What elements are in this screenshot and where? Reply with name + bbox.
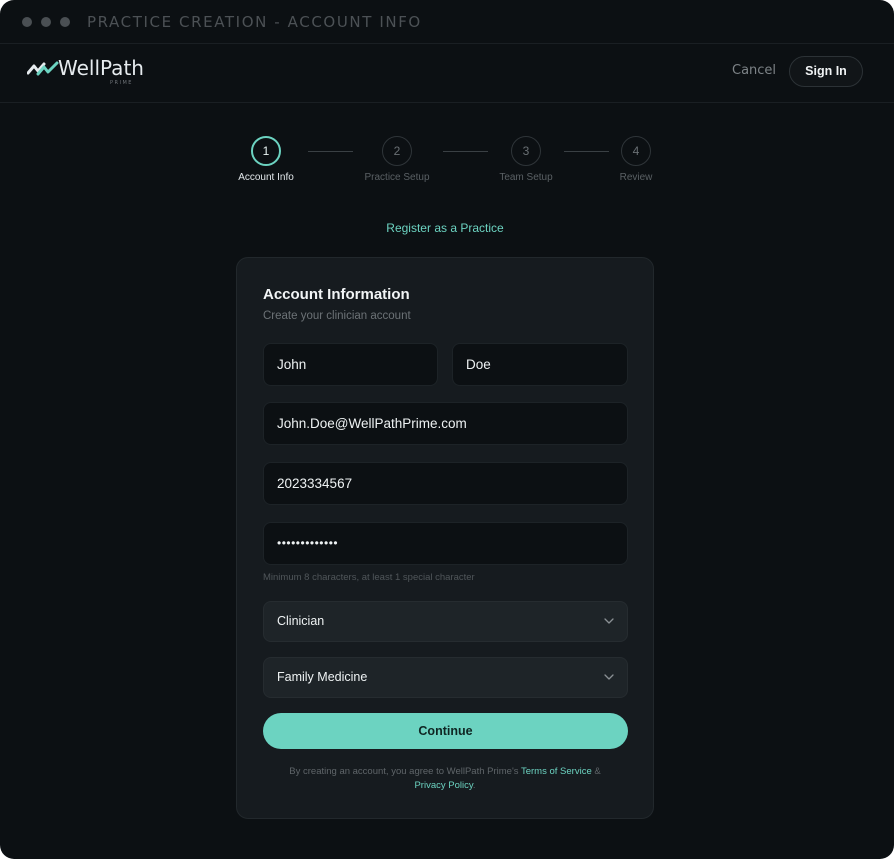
- window-close-dot[interactable]: [22, 17, 32, 27]
- role-select-value: Clinician: [277, 614, 325, 628]
- step-connector: [443, 151, 488, 152]
- top-header: WellPath PRIME Cancel Sign In: [0, 44, 894, 103]
- terms-of-service-link[interactable]: Terms of Service: [521, 766, 592, 777]
- legal-suffix: .: [472, 779, 476, 791]
- app-window: PRACTICE CREATION - ACCOUNT INFO WellPat…: [0, 0, 894, 859]
- step-connector: [564, 151, 609, 152]
- card-subtitle: Create your clinician account: [263, 310, 411, 322]
- wellpath-logo-icon: [27, 61, 59, 76]
- legal-prefix: By creating an account, you agree to Wel…: [289, 766, 519, 777]
- specialty-select-value: Family Medicine: [277, 670, 368, 684]
- role-select[interactable]: Clinician: [263, 601, 628, 642]
- legal-and: &: [594, 766, 601, 777]
- step-2-circle[interactable]: 2: [382, 136, 412, 166]
- step-1-circle[interactable]: 1: [251, 136, 281, 166]
- step-1-label: Account Info: [238, 172, 294, 183]
- step-3-label: Team Setup: [499, 172, 553, 183]
- step-connector: [308, 151, 353, 152]
- step-4-label: Review: [619, 172, 653, 183]
- first-name-input[interactable]: John: [263, 343, 438, 386]
- chevron-down-icon: [604, 674, 614, 680]
- password-input[interactable]: •••••••••••••: [263, 522, 628, 565]
- password-hint: Minimum 8 characters, at least 1 special…: [263, 572, 475, 583]
- card-title: Account Information: [263, 286, 410, 303]
- account-info-card: Account Information Create your clinicia…: [236, 257, 654, 819]
- progress-stepper: 1 Account Info 2 Practice Setup 3 Team S…: [0, 135, 894, 195]
- title-bar: PRACTICE CREATION - ACCOUNT INFO: [0, 0, 894, 44]
- privacy-policy-link[interactable]: Privacy Policy: [414, 780, 472, 791]
- specialty-select[interactable]: Family Medicine: [263, 657, 628, 698]
- continue-button[interactable]: Continue: [263, 713, 628, 749]
- last-name-input[interactable]: Doe: [452, 343, 628, 386]
- logo-wordmark: WellPath: [58, 56, 144, 80]
- phone-input[interactable]: 2023334567: [263, 462, 628, 505]
- window-title: PRACTICE CREATION - ACCOUNT INFO: [87, 13, 422, 31]
- email-input[interactable]: John.Doe@WellPathPrime.com: [263, 402, 628, 445]
- window-minimize-dot[interactable]: [41, 17, 51, 27]
- step-4-circle[interactable]: 4: [621, 136, 651, 166]
- step-3-circle[interactable]: 3: [511, 136, 541, 166]
- cancel-link[interactable]: Cancel: [732, 63, 776, 78]
- legal-notice: By creating an account, you agree to Wel…: [237, 765, 653, 792]
- logo-subtitle: PRIME: [110, 80, 133, 86]
- register-practice-link[interactable]: Register as a Practice: [0, 221, 890, 235]
- chevron-down-icon: [604, 618, 614, 624]
- sign-in-button[interactable]: Sign In: [789, 56, 863, 87]
- window-maximize-dot[interactable]: [60, 17, 70, 27]
- step-2-label: Practice Setup: [364, 172, 430, 183]
- wellpath-logo[interactable]: WellPath PRIME: [27, 56, 147, 86]
